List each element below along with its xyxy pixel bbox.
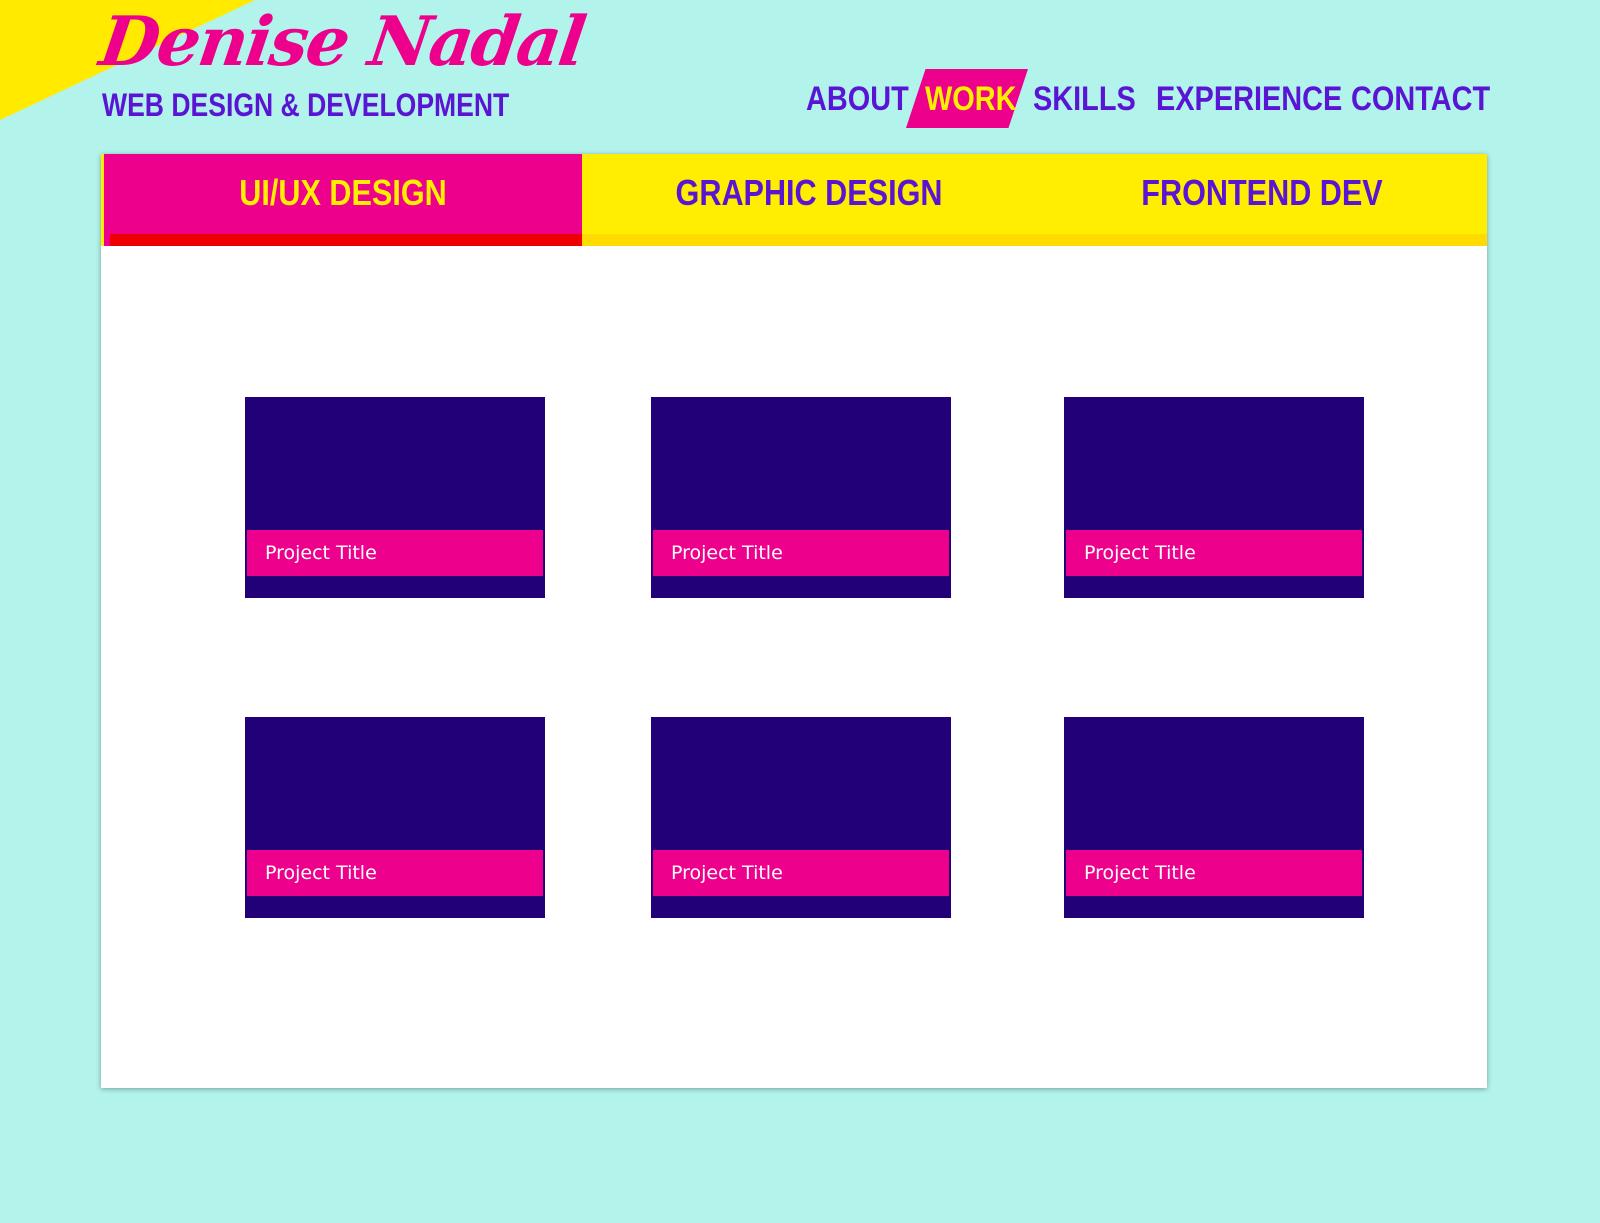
project-title: Project Title	[1084, 862, 1196, 884]
project-card[interactable]: Project Title	[651, 717, 951, 918]
project-title-bar: Project Title	[1066, 530, 1362, 576]
project-title-bar: Project Title	[247, 530, 543, 576]
tab-uiux-design-label: UI/UX DESIGN	[239, 172, 447, 213]
tab-graphic-design[interactable]: GRAPHIC DESIGN	[582, 154, 1037, 246]
tab-underline	[582, 234, 1037, 246]
tab-active-underline	[110, 234, 582, 246]
tab-graphic-design-label: GRAPHIC DESIGN	[676, 172, 943, 213]
project-title: Project Title	[671, 542, 783, 564]
project-card[interactable]: Project Title	[245, 717, 545, 918]
nav-item-experience[interactable]: EXPERIENCE	[1156, 70, 1342, 128]
nav-item-work[interactable]: WORK	[925, 70, 1017, 128]
project-card[interactable]: Project Title	[651, 397, 951, 598]
project-card[interactable]: Project Title	[1064, 397, 1364, 598]
project-title-bar: Project Title	[247, 850, 543, 896]
work-tabs: UI/UX DESIGN GRAPHIC DESIGN FRONTEND DEV	[101, 154, 1487, 246]
nav-item-contact[interactable]: CONTACT	[1351, 70, 1490, 128]
site-logo-name[interactable]: Denise Nadal	[95, 2, 589, 82]
tab-underline	[1037, 234, 1487, 246]
project-title: Project Title	[265, 862, 377, 884]
project-title-bar: Project Title	[1066, 850, 1362, 896]
tab-frontend-dev-label: FRONTEND DEV	[1141, 172, 1383, 213]
main-nav: ABOUT WORK SKILLS EXPERIENCE CONTACT	[0, 70, 1600, 128]
nav-item-about[interactable]: ABOUT	[806, 70, 909, 128]
project-title-bar: Project Title	[653, 850, 949, 896]
project-title: Project Title	[671, 862, 783, 884]
project-title: Project Title	[1084, 542, 1196, 564]
project-title: Project Title	[265, 542, 377, 564]
work-panel: UI/UX DESIGN GRAPHIC DESIGN FRONTEND DEV…	[101, 154, 1487, 1088]
nav-item-skills[interactable]: SKILLS	[1033, 70, 1136, 128]
tab-frontend-dev[interactable]: FRONTEND DEV	[1037, 154, 1487, 246]
tab-uiux-design[interactable]: UI/UX DESIGN	[104, 154, 582, 246]
project-card[interactable]: Project Title	[245, 397, 545, 598]
project-title-bar: Project Title	[653, 530, 949, 576]
project-card[interactable]: Project Title	[1064, 717, 1364, 918]
